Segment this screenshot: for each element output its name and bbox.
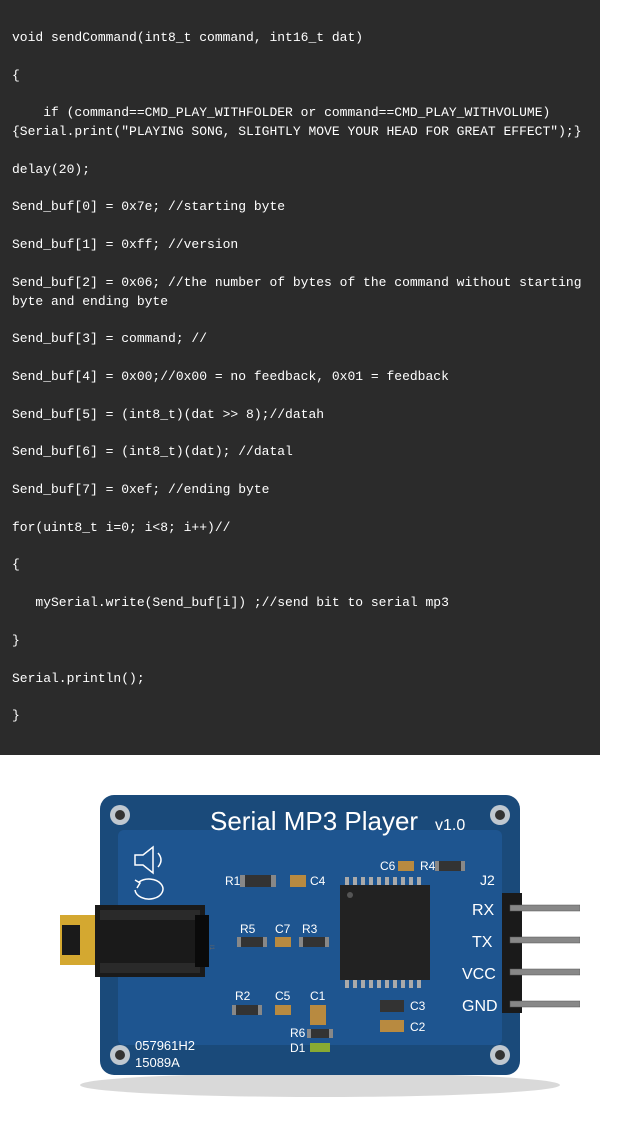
code-line: Send_buf[4] = 0x00;//0x00 = no feedback,… bbox=[12, 368, 588, 387]
code-line: Send_buf[0] = 0x7e; //starting byte bbox=[12, 198, 588, 217]
code-line: void sendCommand(int8_t command, int16_t… bbox=[12, 29, 588, 48]
comp-c2: C2 bbox=[380, 1020, 426, 1034]
code-snippet: void sendCommand(int8_t command, int16_t… bbox=[0, 0, 600, 755]
partno-2: 15089A bbox=[135, 1055, 180, 1070]
comp-r4: R4 bbox=[420, 859, 465, 873]
code-line: Send_buf[1] = 0xff; //version bbox=[12, 236, 588, 255]
code-line: for(uint8_t i=0; i<8; i++)// bbox=[12, 519, 588, 538]
main-ic bbox=[340, 877, 430, 988]
label-j2: J2 bbox=[480, 872, 495, 888]
svg-text:C5: C5 bbox=[275, 989, 291, 1003]
comp-r1: R1 bbox=[225, 874, 276, 888]
comp-c7: C7 bbox=[275, 922, 291, 947]
label-gnd: GND bbox=[462, 998, 498, 1015]
audio-jack: I1 bbox=[60, 905, 214, 977]
comp-c1: C1 bbox=[310, 989, 326, 1025]
comp-c5: C5 bbox=[275, 989, 291, 1015]
svg-text:C7: C7 bbox=[275, 922, 291, 936]
svg-text:R6: R6 bbox=[290, 1026, 306, 1040]
svg-text:C2: C2 bbox=[410, 1020, 426, 1034]
code-line: Send_buf[3] = command; // bbox=[12, 330, 588, 349]
svg-text:C1: C1 bbox=[310, 989, 326, 1003]
header-j2 bbox=[502, 893, 580, 1013]
svg-text:R2: R2 bbox=[235, 989, 251, 1003]
code-line: Send_buf[7] = 0xef; //ending byte bbox=[12, 481, 588, 500]
svg-text:R5: R5 bbox=[240, 922, 256, 936]
code-line: } bbox=[12, 707, 588, 726]
board-title: Serial MP3 Player bbox=[210, 806, 418, 836]
code-line: Serial.println(); bbox=[12, 670, 588, 689]
code-line: } bbox=[12, 632, 588, 651]
label-tx: TX bbox=[472, 934, 493, 951]
svg-text:R3: R3 bbox=[302, 922, 318, 936]
code-line: delay(20); bbox=[12, 161, 588, 180]
svg-text:C3: C3 bbox=[410, 999, 426, 1013]
svg-text:D1: D1 bbox=[290, 1041, 306, 1055]
svg-text:C4: C4 bbox=[310, 874, 326, 888]
svg-text:R4: R4 bbox=[420, 859, 436, 873]
label-rx: RX bbox=[472, 902, 495, 919]
comp-c3: C3 bbox=[380, 999, 426, 1013]
partno-1: 057961H2 bbox=[135, 1038, 195, 1053]
code-line: { bbox=[12, 556, 588, 575]
mp3-player-board-svg: Serial MP3 Player v1.0 I1 R1 C4 C6 R4 R bbox=[40, 775, 580, 1105]
board-version: v1.0 bbox=[435, 817, 465, 834]
svg-text:C6: C6 bbox=[380, 859, 396, 873]
svg-text:I1: I1 bbox=[208, 945, 214, 951]
pcb-image: Serial MP3 Player v1.0 I1 R1 C4 C6 R4 R bbox=[0, 755, 624, 1125]
code-line: mySerial.write(Send_buf[i]) ;//send bit … bbox=[12, 594, 588, 613]
code-line: if (command==CMD_PLAY_WITHFOLDER or comm… bbox=[12, 104, 588, 142]
code-line: { bbox=[12, 67, 588, 86]
code-line: Send_buf[6] = (int8_t)(dat); //datal bbox=[12, 443, 588, 462]
label-vcc: VCC bbox=[462, 966, 496, 983]
svg-text:R1: R1 bbox=[225, 874, 241, 888]
code-line: Send_buf[5] = (int8_t)(dat >> 8);//datah bbox=[12, 406, 588, 425]
code-line: Send_buf[2] = 0x06; //the number of byte… bbox=[12, 274, 588, 312]
